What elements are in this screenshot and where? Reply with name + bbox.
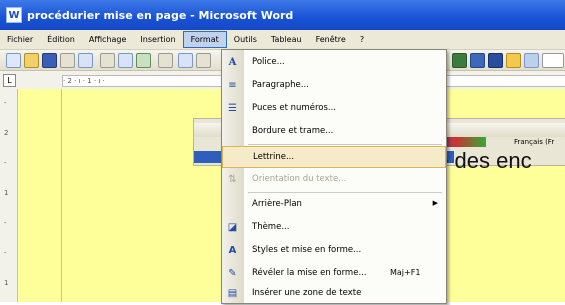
menu-outils[interactable]: Outils: [227, 31, 264, 48]
window-title: procédurier mise en page - Microsoft Wor…: [27, 8, 294, 22]
columns-icon[interactable]: [488, 53, 503, 68]
reveal-icon: ✎: [228, 268, 237, 279]
vruler-mark: -: [4, 219, 7, 227]
page-margin-line: [61, 89, 62, 302]
title-bar: W procédurier mise en page - Microsoft W…: [0, 0, 565, 30]
menu-fenetre[interactable]: Fenêtre: [309, 31, 353, 48]
menu-edition[interactable]: Édition: [40, 31, 82, 48]
new-document-icon[interactable]: [6, 53, 21, 68]
text-direction-icon: ⇅: [228, 174, 237, 185]
save-icon[interactable]: [42, 53, 57, 68]
word-app-icon[interactable]: W: [6, 7, 22, 23]
vruler-mark: 1: [4, 279, 9, 287]
menu-item-label: Police...: [252, 57, 285, 67]
styles-icon: A: [228, 245, 237, 256]
menu-item-label: Arrière-Plan: [252, 199, 302, 209]
email-icon[interactable]: [78, 53, 93, 68]
menu-item-label: Lettrine...: [253, 152, 295, 162]
menu-item-label: Révéler la mise en forme...: [252, 268, 367, 278]
ruler-left-strip: · 2 · ı · 1 · ı ·: [62, 75, 234, 87]
vruler-mark: -: [4, 99, 7, 107]
menu-item-label: Styles et mise en forme...: [252, 245, 362, 255]
menu-separator: [248, 144, 442, 145]
menu-item-styles[interactable]: A Styles et mise en forme...: [222, 240, 446, 262]
copy-icon[interactable]: [196, 53, 211, 68]
textbox-icon: ▤: [227, 288, 238, 299]
open-folder-icon[interactable]: [24, 53, 39, 68]
cut-icon[interactable]: [178, 53, 193, 68]
research-icon[interactable]: [158, 53, 173, 68]
font-icon: A: [228, 57, 237, 68]
menu-tableau[interactable]: Tableau: [264, 31, 309, 48]
menu-item-theme[interactable]: ◪ Thème...: [222, 217, 446, 239]
format-menu-dropdown: A Police... ≡ Paragraphe... ☰ Puces et n…: [221, 49, 447, 304]
zoom-box[interactable]: [542, 53, 564, 68]
vruler-mark: 2: [4, 129, 9, 137]
spelling-icon[interactable]: [136, 53, 151, 68]
submenu-arrow-icon: ▶: [432, 199, 438, 207]
menu-fichier[interactable]: Fichier: [0, 31, 40, 48]
menu-shortcut: Maj+F1: [390, 268, 421, 277]
print-preview-icon[interactable]: [118, 53, 133, 68]
menu-item-bordure[interactable]: Bordure et trame...: [222, 121, 446, 143]
menu-insertion[interactable]: Insertion: [133, 31, 182, 48]
language-label: Français (Fr: [514, 138, 555, 146]
table-icon[interactable]: [452, 53, 467, 68]
theme-icon: ◪: [227, 222, 238, 233]
paragraph-icon: ≡: [228, 80, 237, 91]
menu-item-police[interactable]: A Police...: [222, 52, 446, 74]
excel-table-icon[interactable]: [470, 53, 485, 68]
permission-icon[interactable]: [60, 53, 75, 68]
tab-selector-icon[interactable]: L: [3, 74, 16, 87]
menu-item-lettrine[interactable]: Lettrine...: [222, 146, 446, 168]
print-icon[interactable]: [100, 53, 115, 68]
menu-affichage[interactable]: Affichage: [82, 31, 134, 48]
menu-item-label: Insérer une zone de texte: [252, 288, 362, 298]
vruler-mark: 1: [4, 189, 9, 197]
menu-separator: [248, 192, 442, 193]
menu-item-orientation[interactable]: ⇅ Orientation du texte...: [222, 169, 446, 191]
menu-item-label: Puces et numéros...: [252, 103, 336, 113]
menu-item-reveler[interactable]: ✎ Révéler la mise en forme... Maj+F1: [222, 263, 446, 285]
menu-item-arriere-plan[interactable]: Arrière-Plan ▶: [222, 194, 446, 216]
vertical-ruler[interactable]: - 2 - 1 - - 1: [0, 89, 18, 302]
document-map-icon[interactable]: [524, 53, 539, 68]
vruler-mark: -: [4, 159, 7, 167]
menu-bar: Fichier Édition Affichage Insertion Form…: [0, 30, 565, 50]
menu-item-puces[interactable]: ☰ Puces et numéros...: [222, 98, 446, 120]
drawing-icon[interactable]: [506, 53, 521, 68]
menu-item-label: Thème...: [252, 222, 290, 232]
bullets-icon: ☰: [228, 103, 237, 114]
menu-item-label: Paragraphe...: [252, 80, 309, 90]
menu-item-label: Bordure et trame...: [252, 126, 334, 136]
menu-item-label: Orientation du texte...: [252, 174, 347, 184]
menu-item-paragraphe[interactable]: ≡ Paragraphe...: [222, 75, 446, 97]
menu-format[interactable]: Format: [182, 31, 227, 48]
vruler-mark: -: [4, 249, 7, 257]
menu-help[interactable]: ?: [353, 31, 371, 48]
